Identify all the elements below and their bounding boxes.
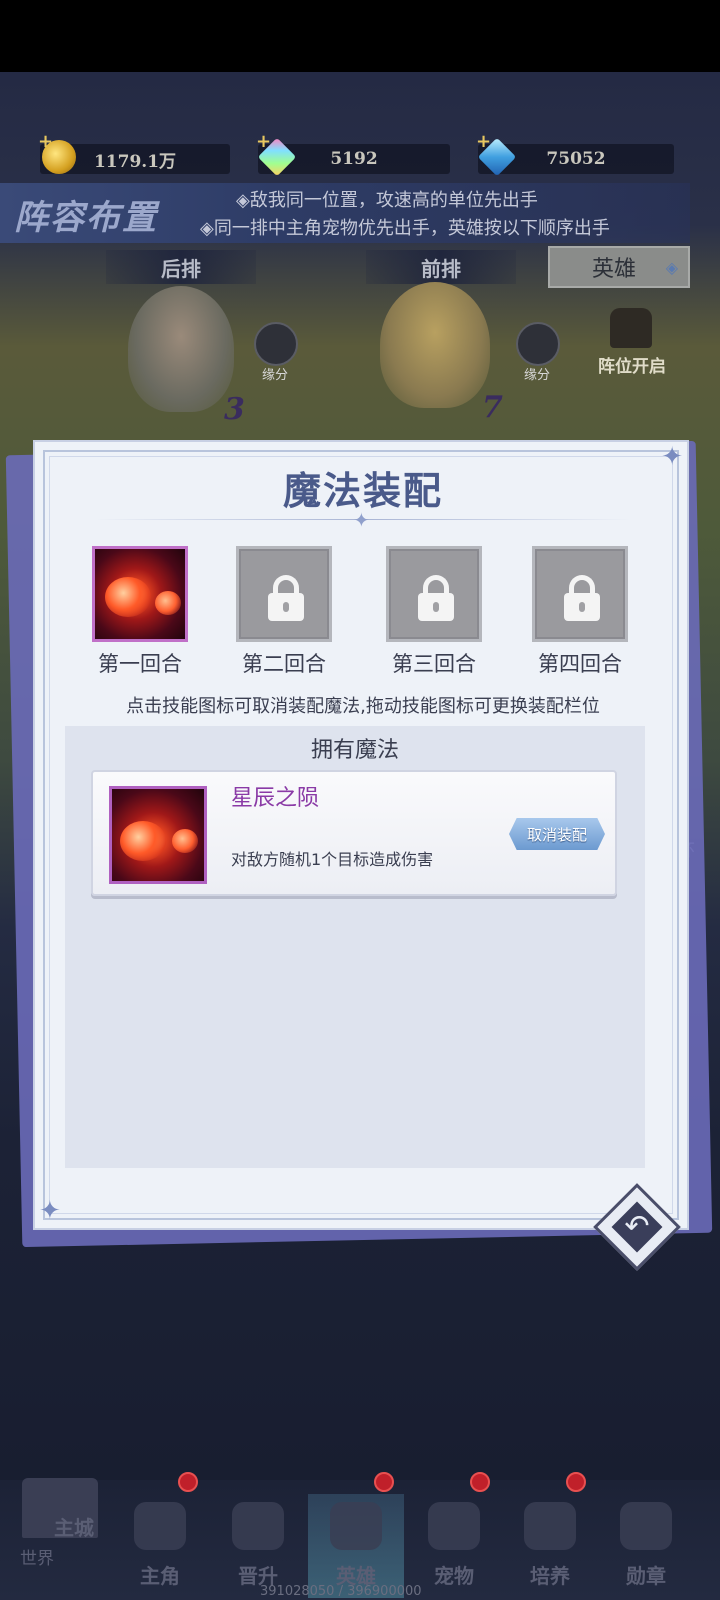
owned-magic-title: 拥有魔法 xyxy=(310,738,399,763)
helmet-icon xyxy=(330,1502,382,1550)
add-gem-icon[interactable]: + xyxy=(256,133,272,151)
nav-medals[interactable]: 勋章 xyxy=(598,1494,694,1598)
meteor-icon xyxy=(120,821,166,861)
formation-label: 阵位开启 xyxy=(598,357,666,377)
add-diamond-icon[interactable]: + xyxy=(476,133,492,151)
nav-promotion[interactable]: 晋升 xyxy=(210,1494,306,1598)
owned-magic-panel: 拥有魔法 星辰之陨 对敌方随机1个目标造成伤害 取消装配 xyxy=(65,726,645,1168)
tip-1-text: 敌我同一位置，攻速高的单位先出手 xyxy=(249,190,538,211)
sparkle-icon: ✦ xyxy=(39,1196,61,1226)
nav-label-training: 培养 xyxy=(530,1564,570,1588)
world-label: 世界 xyxy=(20,1549,54,1569)
lock-keyhole xyxy=(579,602,585,612)
round-slot-4[interactable] xyxy=(532,546,628,642)
lock-keyhole xyxy=(433,602,439,612)
round-label-4: 第四回合 xyxy=(538,652,622,676)
hero-character-2[interactable] xyxy=(380,282,490,408)
lock-keyhole xyxy=(283,602,289,612)
nav-label-protagonist: 主角 xyxy=(140,1564,180,1588)
nav-training[interactable]: 培养 xyxy=(502,1494,598,1598)
hero-level-2: 7 xyxy=(482,390,503,425)
magic-name: 星辰之陨 xyxy=(231,786,320,811)
hero-level-1: 3 xyxy=(224,392,245,427)
status-bar xyxy=(0,0,720,72)
lineup-title: 阵容布置 xyxy=(14,198,158,238)
tip-2-text: 同一排中主角宠物优先出手，英雄按以下顺序出手 xyxy=(213,218,610,239)
pet-icon xyxy=(428,1502,480,1550)
nav-heroes[interactable]: 英雄 xyxy=(308,1494,404,1598)
tab-front-row[interactable]: 前排 xyxy=(366,250,516,284)
castle-label: 主城 xyxy=(54,1516,94,1540)
fate-label-2: 缘分 xyxy=(524,368,551,383)
magic-equip-dialog: ✦ ✦ 魔法装配 ✦ 第一回合 第二回合 第三回合 第四回合 点击技能图标可取消… xyxy=(33,440,689,1230)
notification-badge xyxy=(178,1472,198,1492)
magic-description: 对敌方随机1个目标造成伤害 xyxy=(231,850,434,869)
round-label-2: 第二回合 xyxy=(242,652,326,676)
lineup-tip-2: ◈同一排中主角宠物优先出手，英雄按以下顺序出手 xyxy=(200,218,610,239)
meteor-fragment-icon xyxy=(155,591,181,615)
meteor-skill-icon[interactable] xyxy=(109,786,207,884)
close-icon: ↶ xyxy=(624,1209,650,1244)
gem-value: 5192 xyxy=(330,149,378,169)
unequip-button[interactable]: 取消装配 xyxy=(509,818,605,850)
add-gold-icon[interactable]: + xyxy=(38,133,54,151)
nav-pets[interactable]: 宠物 xyxy=(406,1494,502,1598)
promotion-icon xyxy=(232,1502,284,1550)
protagonist-icon xyxy=(134,1502,186,1550)
divider-sparkle-icon: ✦ xyxy=(353,508,370,532)
gold-value: 1179.1万 xyxy=(93,151,177,172)
chess-icon xyxy=(610,308,652,348)
round-label-1: 第一回合 xyxy=(98,652,182,676)
meteor-fragment-icon xyxy=(172,829,198,853)
notification-badge xyxy=(374,1472,394,1492)
chevron-down-icon: ◈ xyxy=(665,258,678,277)
nav-label-medals: 勋章 xyxy=(626,1564,666,1588)
experience-progress: 391028050 / 396900000 xyxy=(260,1584,422,1599)
notification-badge xyxy=(566,1472,586,1492)
training-icon xyxy=(524,1502,576,1550)
main-city-button[interactable]: 主城 世界 xyxy=(10,1464,110,1574)
round-slot-3[interactable] xyxy=(386,546,482,642)
magic-card[interactable]: 星辰之陨 对敌方随机1个目标造成伤害 取消装配 xyxy=(91,770,617,896)
round-slot-1[interactable] xyxy=(92,546,188,642)
hero-filter-dropdown[interactable]: 英雄 ◈ xyxy=(548,246,690,288)
nav-protagonist[interactable]: 主角 xyxy=(112,1494,208,1598)
hero-character-1[interactable] xyxy=(128,286,234,412)
fate-label-1: 缘分 xyxy=(262,368,289,383)
dialog-title: 魔法装配 xyxy=(282,468,443,513)
tab-back-row[interactable]: 后排 xyxy=(106,250,256,284)
diamond-value: 75052 xyxy=(546,149,606,169)
fate-icon[interactable] xyxy=(516,322,560,366)
medal-icon xyxy=(620,1502,672,1550)
round-label-3: 第三回合 xyxy=(392,652,476,676)
round-slot-2[interactable] xyxy=(236,546,332,642)
notification-badge xyxy=(470,1472,490,1492)
lineup-tip-1: ◈敌我同一位置，攻速高的单位先出手 xyxy=(236,190,538,211)
meteor-icon xyxy=(105,577,151,617)
fate-icon[interactable] xyxy=(254,322,298,366)
hero-filter-label: 英雄 xyxy=(592,257,637,282)
equip-hint: 点击技能图标可取消装配魔法,拖动技能图标可更换装配栏位 xyxy=(126,696,600,717)
